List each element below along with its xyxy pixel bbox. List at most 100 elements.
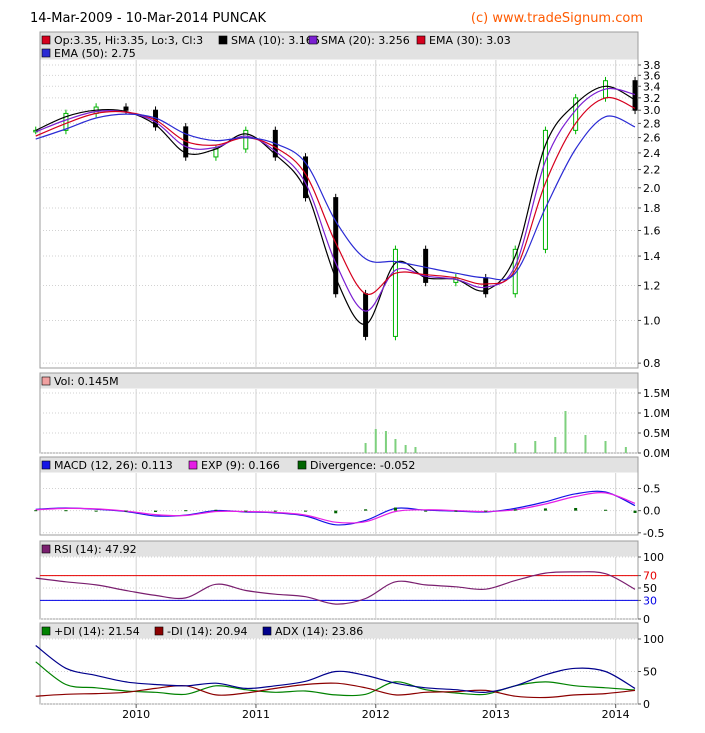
divergence-bar [484, 510, 488, 512]
divergence-bar [424, 510, 428, 512]
price-ytick-label: 3.2 [643, 92, 661, 105]
volume-ytick-label: 0.5M [643, 427, 670, 440]
price-ytick-label: 1.8 [643, 202, 661, 215]
dmi-legend-label: +DI (14): 21.54 [54, 625, 140, 638]
volume-bar [564, 411, 567, 453]
price-legend-label: SMA (10): 3.166 [231, 34, 320, 47]
rsi-legend-label: RSI (14): 47.92 [54, 543, 137, 556]
volume-bar [604, 441, 607, 453]
price-legend-label: SMA (20): 3.256 [321, 34, 410, 47]
volume-bar [394, 439, 397, 453]
x-axis-label: 2014 [602, 708, 630, 721]
macd-ytick-label: 0.5 [643, 483, 661, 496]
dmi-ytick-label: 100 [643, 633, 664, 646]
divergence-bar [214, 509, 218, 511]
volume-ytick-label: 0.0M [643, 447, 670, 460]
divergence-bar [94, 510, 98, 512]
price-legend-swatch [416, 35, 426, 45]
dmi-legend-label: -DI (14): 20.94 [167, 625, 247, 638]
price-legend-label: Op:3.35, Hi:3.35, Lo:3, Cl:3 [54, 34, 203, 47]
x-axis-label: 2013 [482, 708, 510, 721]
volume-bar [534, 441, 537, 453]
price-candle-body [213, 148, 219, 158]
volume-bar [384, 431, 387, 453]
volume-bar [414, 447, 417, 453]
price-ytick-label: 1.0 [643, 314, 661, 327]
macd-legend-swatch [297, 460, 307, 470]
divergence-bar [34, 510, 38, 512]
divergence-bar [604, 509, 608, 511]
volume-legend-label: Vol: 0.145M [54, 375, 119, 388]
rsi-ytick-label: 30 [643, 594, 657, 607]
price-ytick-label: 1.6 [643, 225, 661, 238]
divergence-bar [273, 510, 277, 512]
dmi-ytick-label: 0 [643, 698, 650, 711]
dmi-legend-label: ADX (14): 23.86 [275, 625, 363, 638]
dmi-legend-swatch [41, 626, 51, 636]
divergence-bar [244, 510, 248, 512]
rsi-legend-swatch [41, 544, 51, 554]
price-ytick-label: 2.0 [643, 182, 661, 195]
price-candle-body [363, 293, 369, 337]
price-candle-body [123, 106, 129, 111]
price-ytick-label: 1.2 [643, 280, 661, 293]
divergence-bar [334, 510, 338, 514]
x-axis-label: 2011 [242, 708, 270, 721]
macd-ytick-label: -0.5 [643, 527, 664, 540]
price-legend-swatch [308, 35, 318, 45]
volume-bar [374, 429, 377, 453]
rsi-ytick-label: 50 [643, 582, 657, 595]
volume-legend-swatch [41, 376, 51, 386]
price-ytick-label: 2.6 [643, 132, 661, 145]
divergence-bar [393, 507, 397, 511]
divergence-bar [184, 510, 188, 512]
volume-bar [624, 447, 627, 453]
dmi-ytick-label: 50 [643, 666, 657, 679]
volume-bar [364, 443, 367, 453]
macd-legend-swatch [188, 460, 198, 470]
volume-ytick-label: 1.5M [643, 387, 670, 400]
x-axis-label: 2012 [362, 708, 390, 721]
divergence-bar [364, 509, 368, 511]
price-legend-swatch [41, 35, 51, 45]
divergence-bar [543, 508, 547, 511]
price-ytick-label: 0.8 [643, 357, 661, 370]
macd-legend-label: EXP (9): 0.166 [201, 459, 280, 472]
price-ytick-label: 1.4 [643, 250, 661, 263]
rsi-ytick-label: 100 [643, 551, 664, 564]
price-candle-body [243, 129, 249, 150]
volume-legend-bg [40, 373, 638, 389]
price-panel-frame [39, 31, 639, 369]
price-ytick-label: 2.4 [643, 147, 661, 160]
divergence-bar [454, 510, 458, 512]
macd-legend-swatch [41, 460, 51, 470]
divergence-bar [124, 510, 128, 512]
x-axis-label: 2010 [122, 708, 150, 721]
divergence-bar [154, 510, 158, 512]
macd-ytick-label: 0.0 [643, 505, 661, 518]
divergence-bar [513, 509, 517, 511]
volume-bar [404, 445, 407, 453]
volume-ytick-label: 1.0M [643, 407, 670, 420]
price-candle-body [632, 80, 638, 111]
macd-legend-label: MACD (12, 26): 0.113 [54, 459, 173, 472]
volume-bar [584, 435, 587, 453]
divergence-bar [574, 507, 578, 511]
divergence-bar [633, 510, 637, 513]
price-ytick-label: 3.0 [643, 104, 661, 117]
dmi-legend-swatch [262, 626, 272, 636]
price-legend-label: EMA (30): 3.03 [429, 34, 511, 47]
macd-legend-label: Divergence: -0.052 [310, 459, 415, 472]
price-legend-swatch [218, 35, 228, 45]
divergence-bar [304, 510, 308, 512]
volume-bar [514, 443, 517, 453]
rsi-ytick-label: 70 [643, 570, 657, 583]
price-ytick-label: 2.2 [643, 164, 661, 177]
price-legend-label: EMA (50): 2.75 [54, 47, 136, 60]
dmi-legend-swatch [154, 626, 164, 636]
price-ytick-label: 2.8 [643, 117, 661, 130]
volume-bar [554, 437, 557, 453]
price-legend-swatch [41, 48, 51, 58]
divergence-bar [64, 510, 68, 512]
rsi-ytick-label: 0 [643, 613, 650, 626]
